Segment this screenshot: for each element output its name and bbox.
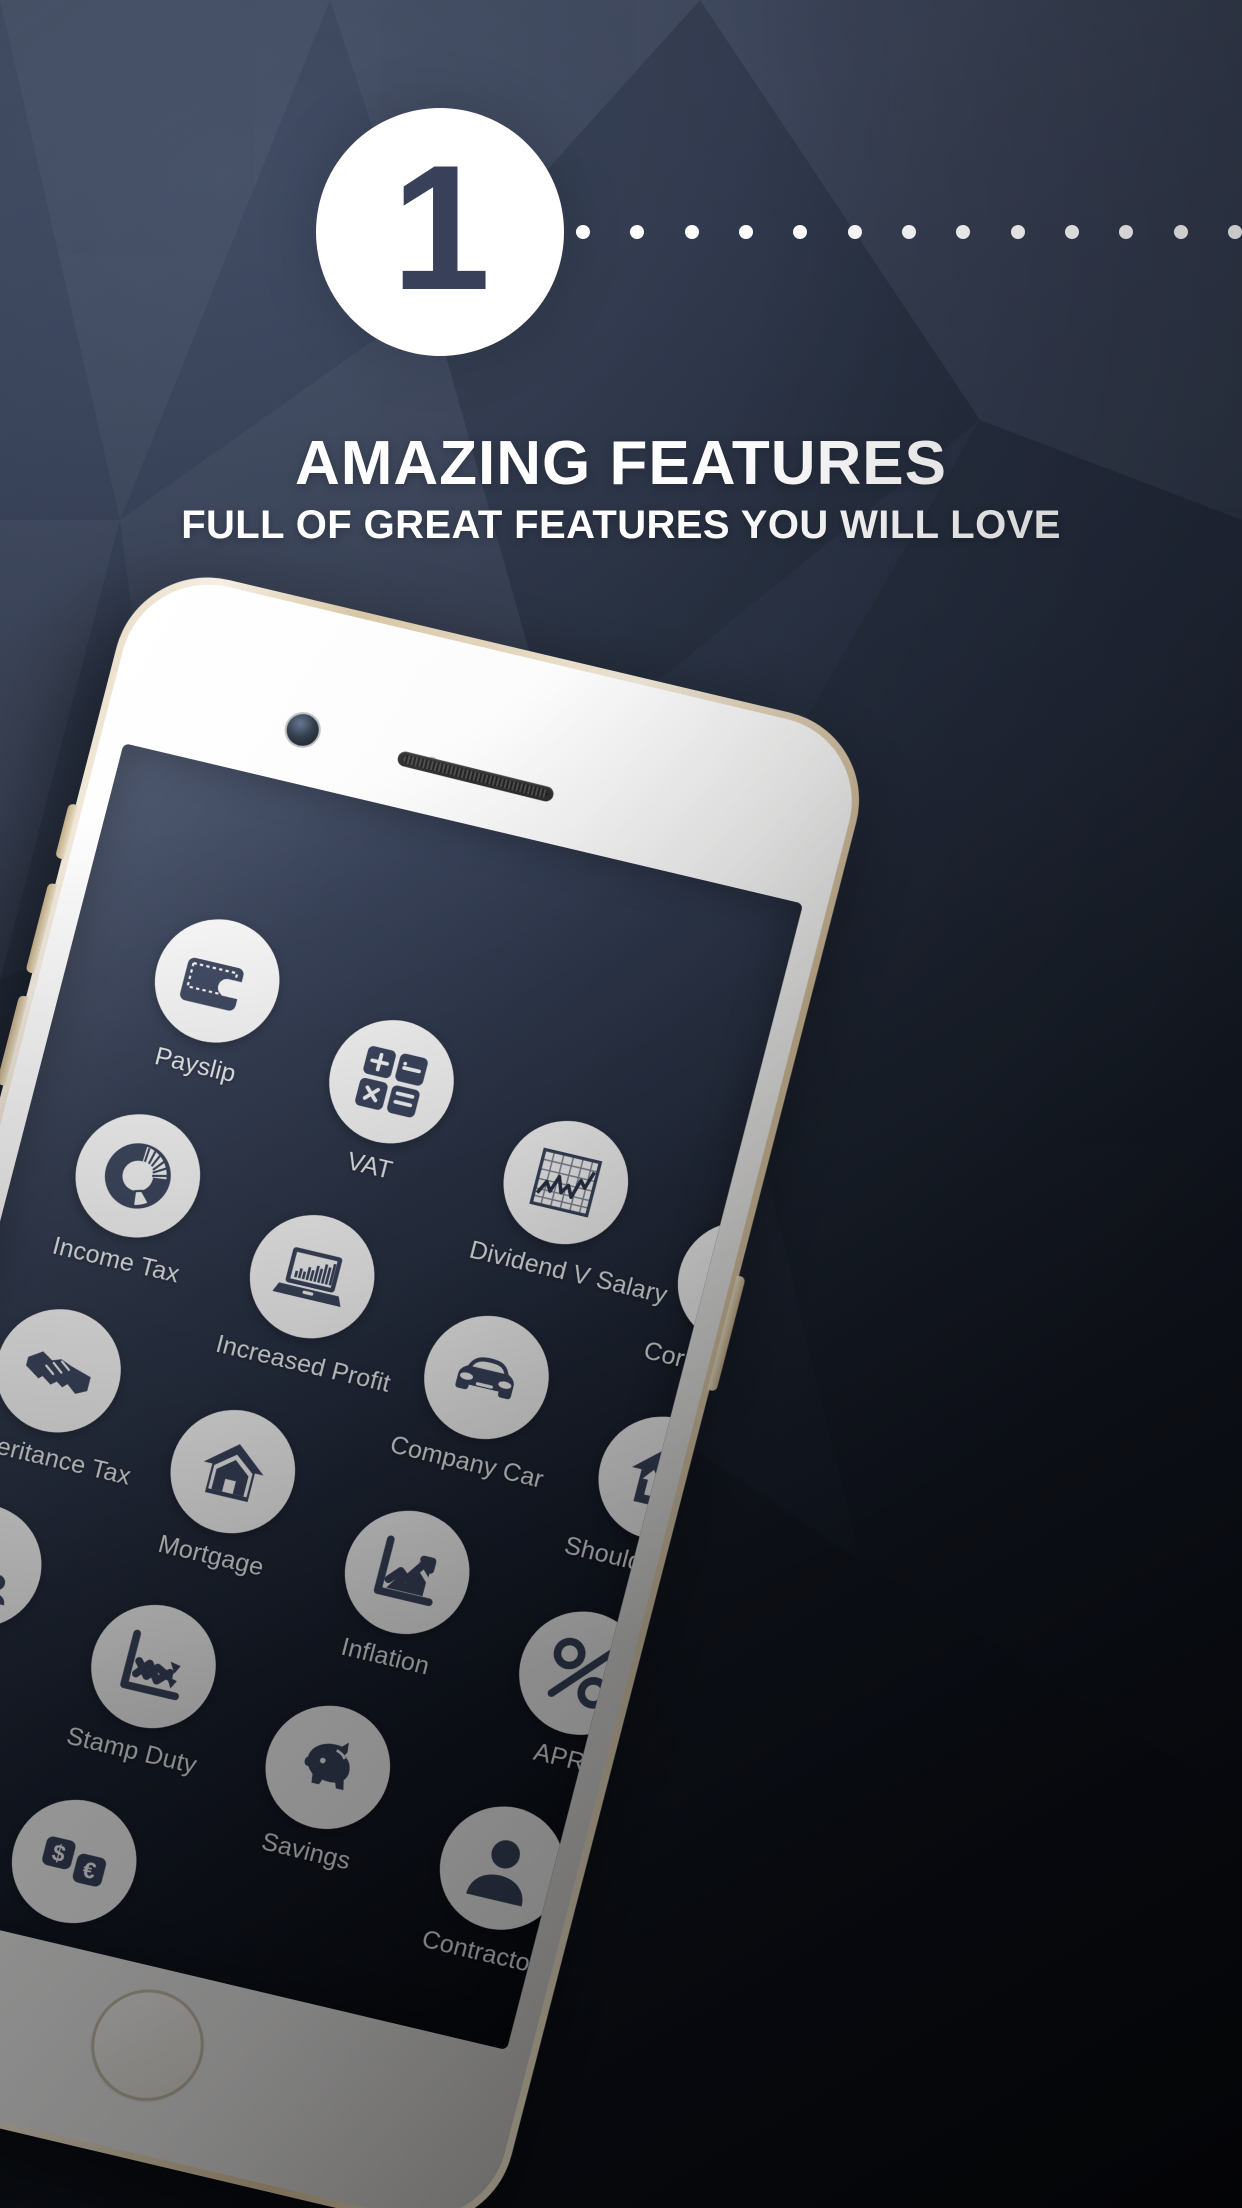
connector-dot [901,225,916,239]
page-title: AMAZING FEATURES [294,429,948,498]
piggy-bank-icon [251,1693,404,1842]
app-icon-label: Stamp Duty [63,1721,200,1780]
app-icon-label: Inheritance Tax [0,1424,134,1491]
app-icon-stamp-duty[interactable]: Stamp Duty [54,1589,243,1783]
connector-dot [1010,225,1025,239]
app-icon-label: Payslip [151,1042,239,1089]
house-arrows-icon: £ [584,1403,737,1553]
app-icon-inheritance-tax[interactable]: Inheritance Tax [0,1293,148,1491]
connector-dot [630,225,645,239]
app-icon-loan[interactable]: Loan [0,1488,69,1682]
scatter-chart-icon [77,1592,230,1741]
calculator-icon [315,1007,468,1157]
app-icon-mortgage[interactable]: Mortgage [133,1394,322,1588]
connector-dot [1064,225,1079,239]
app-icon-label: Income Tax [49,1231,183,1289]
speaker-grille-icon [395,750,556,803]
app-icon-label: APR [530,1737,589,1777]
connector-dot [738,225,753,239]
area-chart-icon [331,1498,484,1647]
app-icon-label: Mortgage [155,1529,267,1582]
handshake-icon [0,1296,135,1446]
app-icon-label: Inflation [338,1632,433,1681]
app-icon-company-car[interactable]: Company Car [387,1300,576,1494]
laptop-chart-icon [236,1202,389,1351]
app-icon-label: Contractor [419,1925,542,1980]
app-icon-dividend-v-salary[interactable]: Dividend V Salary [466,1105,671,1310]
app-icon-unlabeled-17[interactable]: $ € [0,1784,164,1950]
app-icon-label: Should I Incorporate [561,1531,792,1612]
app-icon-label: Loan [0,1619,35,1682]
line-chart-icon [489,1108,642,1257]
promo-screenshot: 1 AMAZING FEATURES FULL OF GREAT FEATURE… [0,0,1242,2208]
app-icon-vat[interactable]: VAT [292,1004,481,1198]
app-icon-savings[interactable]: Savings [228,1690,417,1884]
connector-dot [684,225,699,239]
currency-icon: $ € [0,1787,151,1936]
app-icon-payslip[interactable]: Payslip [118,903,307,1097]
car-icon [410,1303,563,1452]
front-camera-icon [283,710,323,750]
phone-screen: Payslip VAT Dividend V Salary Corporation T… [0,743,804,2051]
people-network-icon [0,1491,56,1641]
app-icon-increased-profit[interactable]: Increased Profit [212,1199,402,1399]
app-icon-label: VAT [344,1147,396,1185]
donut-chart-icon [61,1101,214,1251]
phone-mockup: Payslip VAT Dividend V Salary Corporation T… [0,543,947,2208]
app-icon-inflation[interactable]: Inflation [308,1495,497,1689]
connector-dot [1119,225,1134,239]
app-icon-apr[interactable]: APR [482,1596,671,1790]
dotted-connector-line [576,220,1242,244]
app-icon-contractor[interactable]: Contractor [403,1791,592,1985]
person-icon [426,1793,578,1943]
page-subtitle: FULL OF GREAT FEATURES YOU WILL LOVE [181,503,1061,547]
app-icon-label: Dividend V Salary [466,1235,671,1310]
connector-dot [576,225,590,239]
app-icon-label: Company Car [387,1430,547,1494]
connector-dot [1173,225,1188,239]
home-button[interactable] [78,1978,217,2113]
app-icon-corporation-tax[interactable]: Corporation Tax [641,1206,804,1405]
wallet-icon [141,906,294,1056]
home-icon [156,1397,309,1546]
phone-body: Payslip VAT Dividend V Salary Corporation T… [0,558,880,2208]
connector-dot [1227,225,1242,239]
step-number: 1 [391,128,491,327]
connector-dot [956,225,971,239]
percent-icon [505,1598,658,1748]
app-icon-label: Savings [258,1827,354,1876]
phone-front-face: Payslip VAT Dividend V Salary Corporation T… [0,567,871,2208]
connector-dot [793,225,808,239]
app-icon-should-i-incorporate[interactable]: £ Should I Incorporate [561,1401,792,1612]
step-number-badge: 1 [316,108,564,356]
app-icon-label: Increased Profit [212,1329,394,1399]
app-icon-income-tax[interactable]: Income Tax [38,1098,227,1292]
connector-dot [847,225,862,239]
